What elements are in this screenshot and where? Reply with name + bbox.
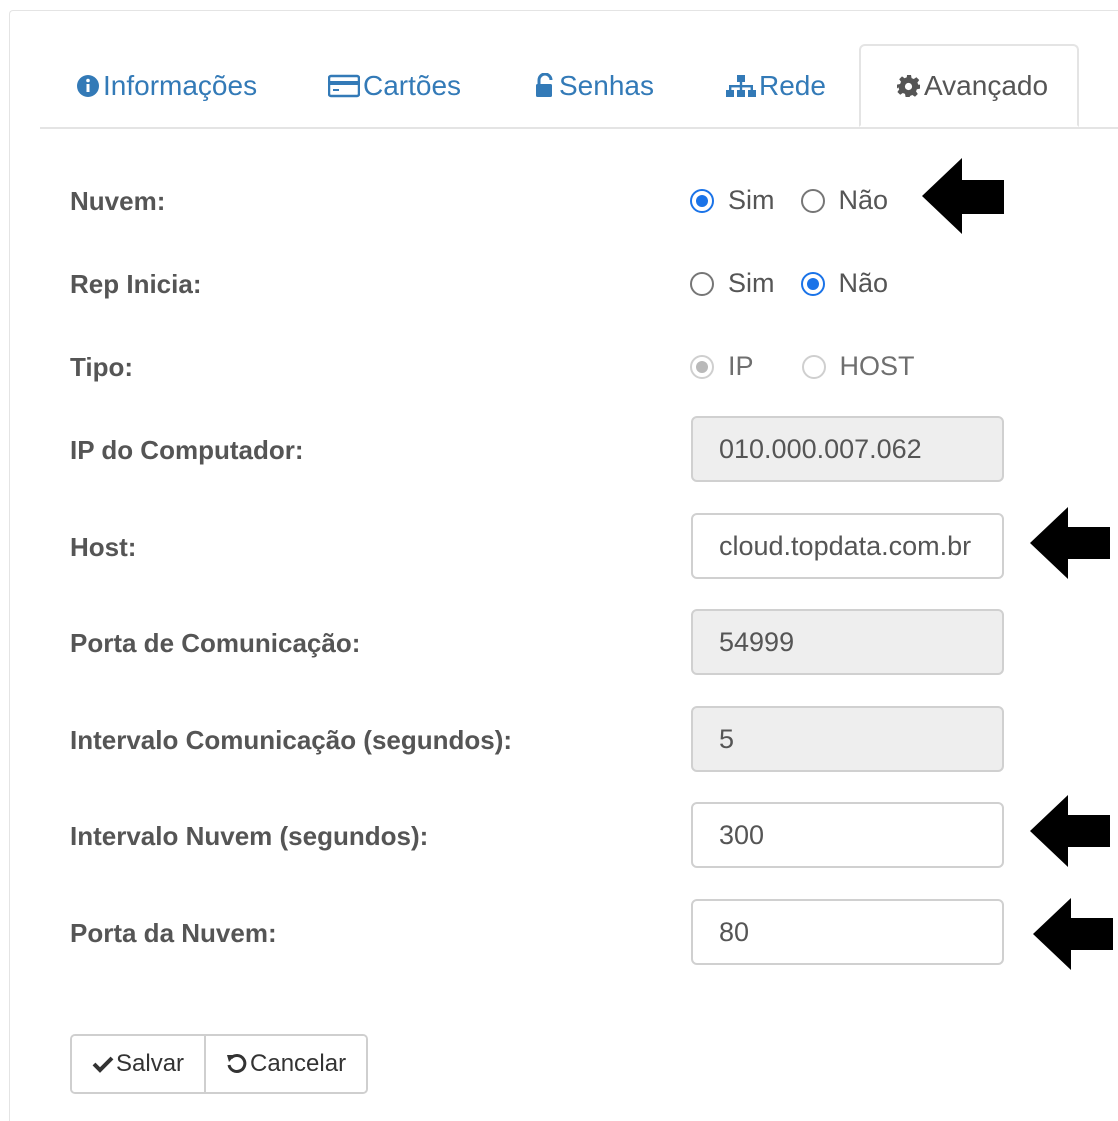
annotation-arrow-icon: [1030, 507, 1110, 579]
annotation-arrow-icon: [1030, 795, 1110, 867]
tab-label: Senhas: [559, 69, 654, 101]
radio-label: Não: [838, 185, 889, 215]
tab-avancado[interactable]: Avançado: [859, 44, 1079, 127]
intervalo-nuvem-field[interactable]: 300: [691, 802, 1004, 868]
intervalo-comunicacao-label: Intervalo Comunicação (segundos):: [70, 725, 513, 755]
radio-label: HOST: [839, 351, 915, 381]
nuvem-radio-group: Sim Não: [690, 185, 914, 216]
tipo-label: Tipo:: [70, 352, 134, 382]
radio-label: Sim: [728, 185, 775, 215]
tab-label: Informações: [103, 69, 258, 101]
tab-cartoes[interactable]: Cartões: [328, 44, 461, 127]
check-icon: [92, 1056, 114, 1073]
info-circle-icon: [76, 74, 100, 98]
tab-senhas[interactable]: Senhas: [534, 44, 654, 127]
intervalo-nuvem-label: Intervalo Nuvem (segundos):: [70, 821, 429, 851]
nuvem-nao-radio[interactable]: [800, 188, 825, 213]
tipo-ip-radio: [690, 354, 714, 379]
undo-icon: [227, 1053, 247, 1073]
host-label: Host:: [70, 532, 137, 562]
tab-bar: Informações Cartões Senhas Rede Avançado: [40, 44, 1118, 129]
rep-inicia-sim-radio[interactable]: [690, 271, 714, 296]
nuvem-sim-radio[interactable]: [690, 188, 714, 213]
tipo-radio-group: IP HOST: [690, 351, 941, 382]
ip-computador-field[interactable]: 010.000.007.062: [691, 416, 1004, 482]
tab-label: Rede: [759, 69, 826, 101]
gear-icon: [897, 74, 921, 98]
rep-inicia-radio-group: Sim Não: [690, 268, 914, 299]
annotation-arrow-icon: [922, 158, 1004, 234]
tab-label: Cartões: [363, 69, 462, 101]
radio-label: Sim: [728, 268, 775, 298]
porta-nuvem-field[interactable]: 80: [691, 899, 1004, 965]
form-actions: Salvar Cancelar: [70, 1034, 369, 1094]
cancel-button-label: Cancelar: [250, 1050, 347, 1077]
host-field[interactable]: cloud.topdata.com.br: [691, 513, 1004, 579]
tipo-host-radio: [801, 354, 826, 379]
porta-nuvem-label: Porta da Nuvem:: [70, 918, 277, 948]
cancel-button[interactable]: Cancelar: [204, 1036, 367, 1092]
rep-inicia-label: Rep Inicia:: [70, 269, 202, 299]
rep-inicia-nao-radio[interactable]: [800, 271, 825, 296]
save-button[interactable]: Salvar: [72, 1036, 205, 1092]
porta-comunicacao-label: Porta de Comunicação:: [70, 628, 361, 658]
tab-label: Avançado: [924, 69, 1049, 101]
tab-rede[interactable]: Rede: [726, 44, 826, 127]
radio-label: Não: [838, 268, 889, 298]
porta-comunicacao-field[interactable]: 54999: [691, 609, 1004, 675]
radio-label: IP: [728, 351, 754, 381]
unlock-icon: [534, 72, 556, 99]
nuvem-label: Nuvem:: [70, 186, 166, 216]
save-button-label: Salvar: [116, 1050, 185, 1077]
ip-computador-label: IP do Computador:: [70, 435, 304, 465]
intervalo-comunicacao-field[interactable]: 5: [691, 706, 1004, 772]
annotation-arrow-icon: [1033, 898, 1113, 970]
credit-card-icon: [328, 74, 360, 98]
sitemap-icon: [726, 74, 756, 98]
tab-informacoes[interactable]: Informações: [76, 44, 257, 127]
